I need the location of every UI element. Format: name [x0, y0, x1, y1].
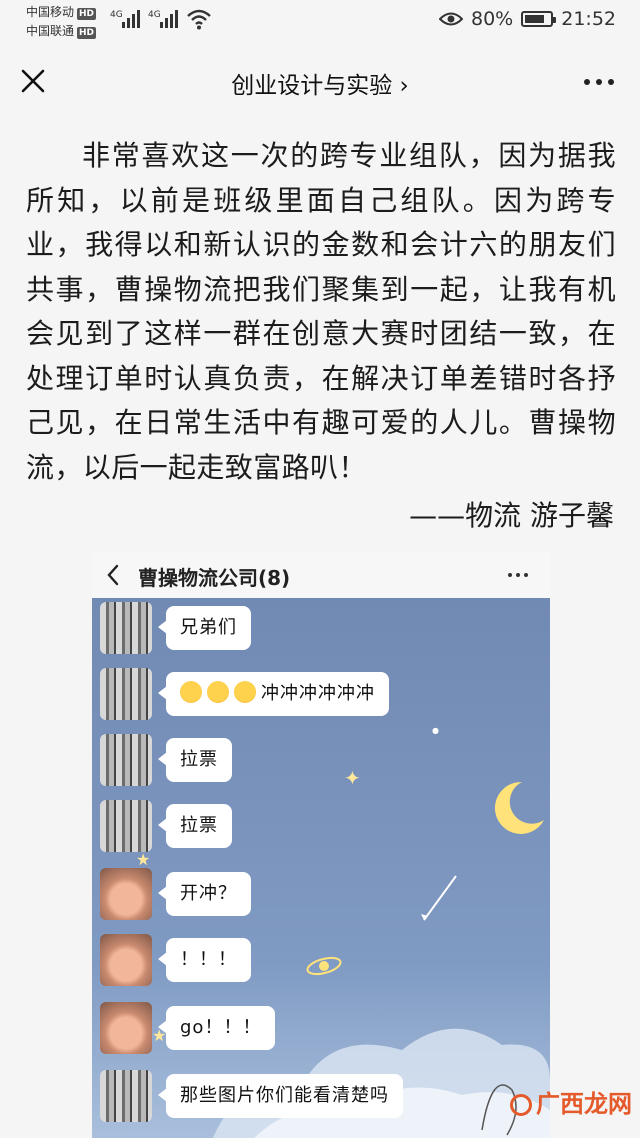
message-bubble: 开冲？: [158, 872, 251, 916]
message-text: 冲冲冲冲冲冲: [261, 683, 375, 704]
message-bubble: go！！！: [157, 1006, 276, 1050]
message-text: 开冲？: [180, 883, 237, 904]
carrier-1: 中国移动 HD: [26, 5, 97, 20]
avatar: [100, 868, 152, 920]
chat-group-title: 曹操物流公司(8): [138, 566, 291, 590]
wechat-article-page: 中国移动 HD 中国联通 HD 4G 4G 80% 21:52 创业设计与实验 …: [0, 0, 640, 1138]
battery-icon: [521, 11, 557, 27]
carrier-2-label: 中国联通: [26, 24, 75, 38]
article-body: 非常喜欢这一次的跨专业组队，因为据我所知，以前是班级里面自己组队。因为跨专业，我…: [26, 134, 616, 490]
smirk-emoji-icon: [180, 681, 202, 703]
article-paragraph: 非常喜欢这一次的跨专业组队，因为据我所知，以前是班级里面自己组队。因为跨专业，我…: [26, 139, 616, 484]
carrier-2: 中国联通 HD: [26, 24, 97, 39]
status-right: 80% 21:52: [439, 8, 616, 30]
carrier-1-label: 中国移动: [26, 5, 75, 19]
smirk-emoji-icon: [234, 681, 256, 703]
network-1-label: 4G: [110, 10, 123, 20]
chat-screenshot-image: 曹操物流公司(8) ✦ ● ★ ★ 兄弟们 冲冲冲冲冲冲 拉票 拉票 开冲？！！！ go！…: [92, 552, 550, 1138]
message-text: go！！！: [180, 1017, 262, 1038]
star-icon: ★: [136, 850, 151, 869]
nav-bar: 创业设计与实验 ›: [0, 52, 640, 112]
wifi-icon: [187, 9, 211, 30]
article-signature: ——物流 游子馨: [409, 499, 614, 532]
battery-percent: 80%: [471, 8, 514, 30]
account-title: 创业设计与实验: [231, 73, 393, 99]
avatar: [100, 668, 152, 720]
smirk-emoji-icon: [207, 681, 229, 703]
message-bubble: 那些图片你们能看清楚吗: [158, 1074, 403, 1118]
more-options-icon[interactable]: [584, 79, 614, 85]
status-bar: 中国移动 HD 中国联通 HD 4G 4G 80% 21:52: [0, 0, 640, 44]
message-text: ！！！: [180, 949, 237, 970]
avatar: [100, 1002, 152, 1054]
watermark-logo-icon: [510, 1094, 532, 1116]
watermark: 广西龙网: [510, 1084, 632, 1119]
chevron-right-icon: ›: [399, 73, 409, 99]
message-text: 那些图片你们能看清楚吗: [180, 1085, 389, 1106]
avatar: [100, 602, 152, 654]
hd-badge-2: HD: [77, 27, 97, 39]
avatar: [100, 734, 152, 786]
planet-icon: [306, 956, 342, 976]
moon-icon: [494, 781, 544, 834]
message-text: 拉票: [180, 749, 218, 770]
small-star-icon: ●: [432, 726, 439, 735]
sparkle-icon: ✦: [344, 766, 361, 790]
account-title-link[interactable]: 创业设计与实验 ›: [0, 66, 640, 100]
message-text: 拉票: [180, 815, 218, 836]
shooting-star-icon: [421, 875, 457, 921]
message-bubble: 兄弟们: [158, 606, 251, 650]
signal-2-icon: [160, 10, 178, 28]
avatar: [100, 934, 152, 986]
watermark-text: 广西龙网: [536, 1090, 632, 1118]
message-text: 兄弟们: [180, 617, 237, 638]
chat-header: 曹操物流公司(8): [92, 552, 550, 598]
eye-comfort-icon: [439, 12, 463, 26]
back-arrow-icon: [107, 564, 119, 586]
signal-1-icon: [122, 10, 140, 28]
avatar: [100, 800, 152, 852]
battery-fill: [525, 15, 545, 23]
clock: 21:52: [561, 8, 616, 30]
network-2-label: 4G: [148, 10, 161, 20]
hd-badge-1: HD: [77, 8, 97, 20]
message-bubble: ！！！: [158, 938, 251, 982]
message-bubble: 冲冲冲冲冲冲: [158, 672, 389, 716]
avatar: [100, 1070, 152, 1122]
message-bubble: 拉票: [158, 804, 232, 848]
chat-more-icon: [508, 573, 528, 577]
message-bubble: 拉票: [158, 738, 232, 782]
